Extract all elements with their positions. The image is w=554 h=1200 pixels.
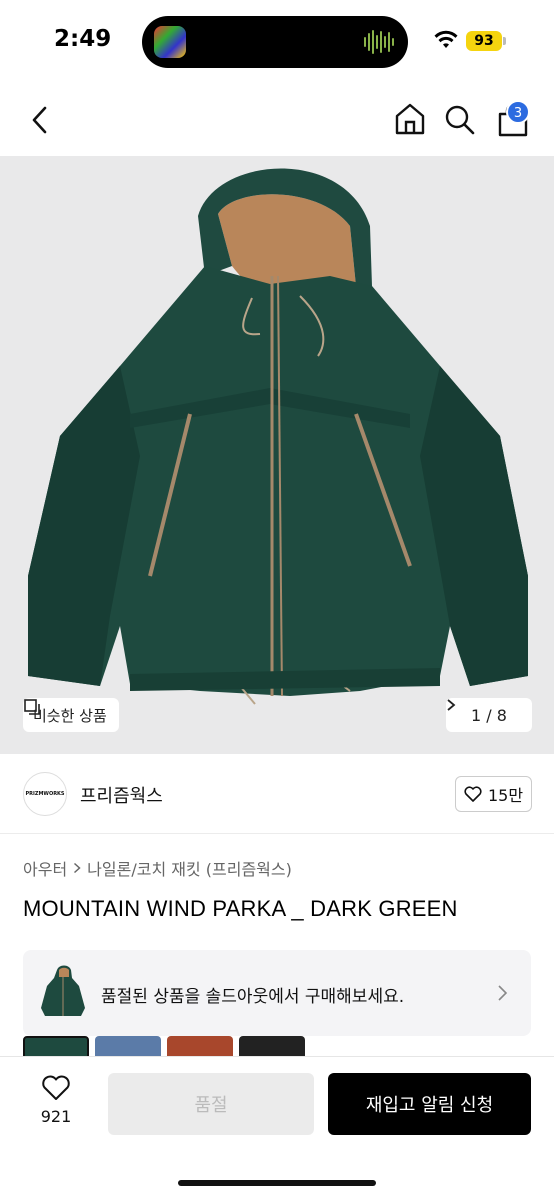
brand-row: PRIZMWORKS 프리즘웍스 15만 — [0, 754, 554, 834]
page-indicator-text: 1 / 8 — [471, 705, 507, 725]
product-photo-parka — [28, 168, 528, 705]
status-bar: 2:49 93 — [0, 0, 554, 84]
wishlist-button[interactable]: 921 — [34, 1075, 78, 1126]
search-icon[interactable] — [444, 104, 476, 136]
dynamic-island[interactable] — [142, 16, 408, 68]
wishlist-count: 921 — [40, 1107, 72, 1126]
soldout-button[interactable]: 품절 — [108, 1073, 314, 1135]
brand-logo-text: PRIZMWORKS — [25, 791, 65, 797]
now-playing-app-icon — [154, 26, 186, 58]
battery-tip — [503, 37, 506, 45]
cart-count-badge: 3 — [506, 100, 530, 124]
brand-like-count: 15만 — [487, 786, 524, 805]
soldout-banner[interactable]: 품절된 상품을 솔드아웃에서 구매해보세요. — [23, 950, 531, 1036]
banner-product-thumbnail — [39, 964, 87, 1022]
back-arrow-icon[interactable] — [26, 104, 54, 136]
heart-icon — [42, 1075, 70, 1100]
breadcrumb: 아우터 나일론/코치 재킷 (프리즘웍스) — [23, 856, 292, 880]
similar-stack-icon — [24, 699, 40, 715]
status-time: 2:49 — [54, 26, 112, 52]
breadcrumb-sub[interactable]: 나일론/코치 재킷 (프리즘웍스) — [87, 856, 292, 880]
product-image-gallery[interactable]: 비슷한 상품 1 / 8 — [0, 156, 554, 754]
home-icon[interactable] — [394, 102, 426, 136]
bottom-action-bar: 921 품절 재입고 알림 신청 — [0, 1056, 554, 1200]
product-title: MOUNTAIN WIND PARKA _ DARK GREEN — [23, 896, 458, 921]
heart-icon — [464, 786, 482, 802]
audio-wave-icon — [364, 28, 394, 56]
soldout-banner-text: 품절된 상품을 솔드아웃에서 구매해보세요. — [101, 987, 405, 1007]
brand-like-button[interactable]: 15만 — [455, 776, 532, 812]
chevron-right-icon — [447, 699, 456, 711]
brand-name[interactable]: 프리즘웍스 — [80, 782, 163, 808]
variant-thumb-green[interactable] — [23, 1036, 89, 1058]
battery-icon: 93 — [466, 31, 502, 51]
top-nav — [0, 84, 554, 156]
wifi-icon — [434, 30, 458, 48]
similar-products-button[interactable]: 비슷한 상품 — [23, 698, 119, 732]
variant-thumb-black[interactable] — [239, 1036, 305, 1058]
breadcrumb-parent[interactable]: 아우터 — [23, 856, 67, 880]
home-indicator[interactable] — [178, 1180, 376, 1186]
color-variant-thumbnails — [23, 1036, 305, 1058]
similar-products-label: 비슷한 상품 — [33, 706, 107, 725]
restock-alert-button[interactable]: 재입고 알림 신청 — [328, 1073, 531, 1135]
variant-thumb-rust[interactable] — [167, 1036, 233, 1058]
chevron-right-icon — [74, 862, 81, 874]
image-page-indicator[interactable]: 1 / 8 — [446, 698, 532, 732]
brand-logo[interactable]: PRIZMWORKS — [23, 772, 67, 816]
chevron-right-icon — [498, 985, 508, 1001]
variant-thumb-blue[interactable] — [95, 1036, 161, 1058]
